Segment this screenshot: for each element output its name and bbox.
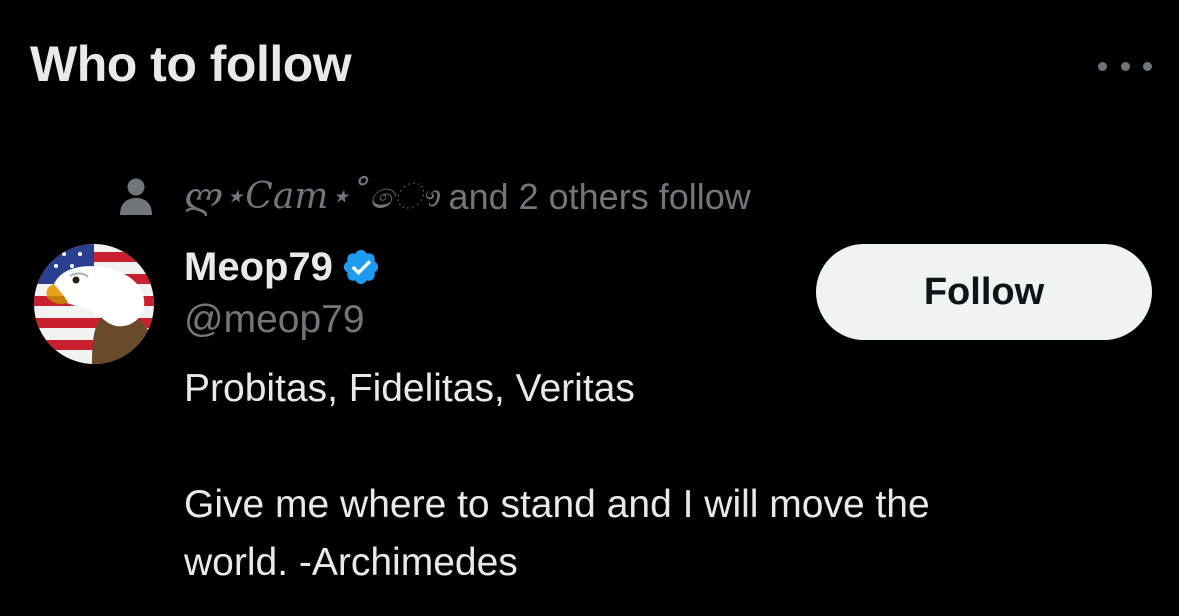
- social-context: ლ⋆Cam⋆˚ෞ and 2 others follow: [118, 174, 751, 220]
- person-icon: [120, 178, 152, 215]
- avatar[interactable]: [34, 244, 154, 364]
- more-dot: [1120, 61, 1130, 71]
- more-dot: [1098, 61, 1107, 71]
- verified-badge-icon: [343, 249, 379, 285]
- user-bio: Probitas, Fidelitas, Veritas Give me whe…: [184, 360, 1144, 592]
- user-handle[interactable]: @meop79: [184, 296, 365, 344]
- follow-button[interactable]: Follow: [816, 244, 1152, 340]
- social-suffix: and 2 others follow: [448, 176, 751, 217]
- user-display-name[interactable]: Meop79: [184, 245, 333, 290]
- bio-line: Probitas, Fidelitas, Veritas: [184, 367, 635, 410]
- bald-eagle-avatar-image: [34, 244, 154, 364]
- section-title: Who to follow: [30, 36, 352, 92]
- more-dot: [1143, 61, 1152, 71]
- user-name-row: Meop79: [184, 242, 381, 292]
- social-follower-name: ლ⋆Cam⋆˚ෞ: [184, 176, 439, 217]
- bio-spacer: [184, 418, 1144, 476]
- bio-line: Give me where to stand and I will move t…: [184, 483, 930, 526]
- bio-line: world. -Archimedes: [184, 541, 518, 584]
- more-horizontal-icon[interactable]: [1098, 56, 1152, 76]
